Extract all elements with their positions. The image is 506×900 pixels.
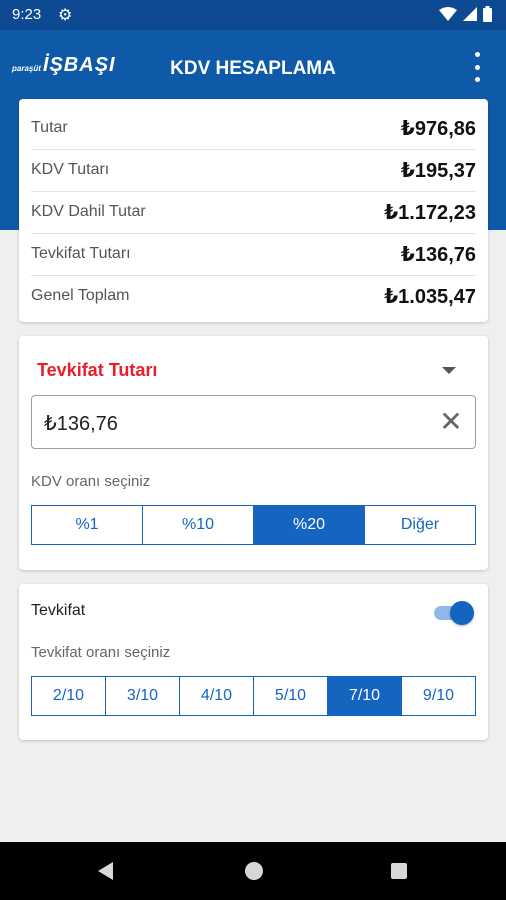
kdv-rate-option-20[interactable]: %20 <box>254 506 365 544</box>
tevkifat-label: Tevkifat <box>31 602 86 619</box>
summary-label: KDV Tutarı <box>31 161 110 178</box>
tevkifat-rate-label: Tevkifat oranı seçiniz <box>31 644 171 661</box>
summary-value: ₺136,76 <box>400 243 476 266</box>
summary-label: Genel Toplam <box>31 287 130 304</box>
close-icon[interactable]: ✕ <box>437 408 465 436</box>
kdv-rate-selector: %1 %10 %20 Diğer <box>31 505 476 545</box>
wifi-icon <box>439 7 457 21</box>
home-icon[interactable] <box>245 862 263 880</box>
summary-label: Tutar <box>31 119 68 136</box>
toggle-thumb <box>450 601 474 625</box>
tevkifat-rate-option-3-10[interactable]: 3/10 <box>106 677 180 715</box>
amount-input[interactable]: ₺136,76 ✕ <box>31 395 476 449</box>
tevkifat-rate-option-2-10[interactable]: 2/10 <box>32 677 106 715</box>
status-icons <box>439 6 492 22</box>
summary-value: ₺976,86 <box>400 117 476 140</box>
tevkifat-rate-option-4-10[interactable]: 4/10 <box>180 677 254 715</box>
kdv-rate-option-1[interactable]: %1 <box>32 506 143 544</box>
tevkifat-rate-option-7-10[interactable]: 7/10 <box>328 677 402 715</box>
tevkifat-toggle[interactable] <box>434 601 474 625</box>
summary-row-tevkifat-tutari: Tevkifat Tutarı ₺136,76 <box>31 233 476 276</box>
back-icon[interactable] <box>98 862 113 880</box>
summary-card: Tutar ₺976,86 KDV Tutarı ₺195,37 KDV Dah… <box>19 99 488 322</box>
summary-label: KDV Dahil Tutar <box>31 203 146 220</box>
tevkifat-rate-option-5-10[interactable]: 5/10 <box>254 677 328 715</box>
calculator-card: Tevkifat Tutarı ₺136,76 ✕ KDV oranı seçi… <box>19 336 488 570</box>
page-title: KDV HESAPLAMA <box>170 58 336 79</box>
summary-label: Tevkifat Tutarı <box>31 245 131 262</box>
tevkifat-rate-option-9-10[interactable]: 9/10 <box>402 677 475 715</box>
dropdown-arrow-icon[interactable] <box>442 367 456 374</box>
calculation-type-title[interactable]: Tevkifat Tutarı <box>37 360 157 381</box>
system-nav-bar <box>0 842 506 900</box>
tevkifat-rate-selector: 2/10 3/10 4/10 5/10 7/10 9/10 <box>31 676 476 716</box>
summary-row-genel-toplam: Genel Toplam ₺1.035,47 <box>31 275 476 317</box>
amount-input-value[interactable]: ₺136,76 <box>44 411 118 436</box>
kdv-rate-label: KDV oranı seçiniz <box>31 473 151 490</box>
battery-icon <box>483 6 492 22</box>
toolbar: paraşüt İŞBAŞI KDV HESAPLAMA <box>0 30 506 108</box>
gear-icon: ⚙ <box>58 7 73 24</box>
status-bar: 9:23 ⚙ <box>0 0 506 30</box>
overflow-menu-icon[interactable] <box>472 52 482 82</box>
summary-row-tutar: Tutar ₺976,86 <box>31 107 476 150</box>
status-time: 9:23 <box>12 6 42 23</box>
summary-row-kdv-tutari: KDV Tutarı ₺195,37 <box>31 149 476 192</box>
tevkifat-card: Tevkifat Tevkifat oranı seçiniz 2/10 3/1… <box>19 584 488 740</box>
summary-value: ₺195,37 <box>400 159 476 182</box>
kdv-rate-option-10[interactable]: %10 <box>143 506 254 544</box>
summary-value: ₺1.035,47 <box>384 285 476 308</box>
recents-icon[interactable] <box>391 863 407 879</box>
summary-row-kdv-dahil-tutar: KDV Dahil Tutar ₺1.172,23 <box>31 191 476 234</box>
summary-value: ₺1.172,23 <box>384 201 476 224</box>
kdv-rate-option-other[interactable]: Diğer <box>365 506 475 544</box>
signal-icon <box>463 7 477 21</box>
